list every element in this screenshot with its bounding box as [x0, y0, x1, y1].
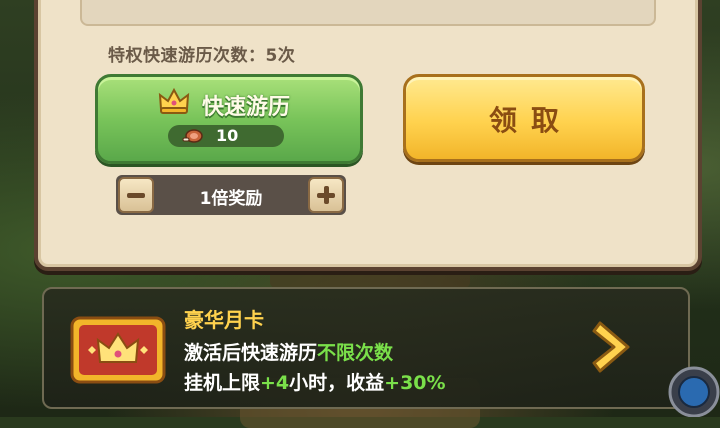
- monthly-card-benefit-1: 激活后快速游历不限次数: [184, 342, 394, 364]
- quick-travel-button[interactable]: 快速游历 10: [95, 74, 363, 164]
- reward-multiplier-stepper: 1倍奖励: [116, 175, 346, 215]
- monthly-card-banner[interactable]: 豪华月卡 激活后快速游历不限次数 挂机上限+4小时，收益+30%: [42, 287, 690, 409]
- privilege-count-label: 特权快速游历次数：5次: [108, 46, 296, 66]
- minus-icon: [127, 193, 145, 198]
- monthly-card-title: 豪华月卡: [184, 308, 264, 332]
- orb-icon[interactable]: [664, 360, 720, 417]
- decrease-button[interactable]: [118, 177, 154, 213]
- increase-button[interactable]: [308, 177, 344, 213]
- meat-icon: [182, 129, 203, 143]
- quick-travel-label: 快速游历: [202, 95, 291, 120]
- multiplier-value: 1倍奖励: [199, 189, 263, 209]
- claim-button[interactable]: 领取: [403, 74, 645, 162]
- monthly-card-benefit-2: 挂机上限+4小时，收益+30%: [184, 372, 446, 394]
- monthly-card-icon: [70, 316, 166, 384]
- claim-label: 领取: [488, 104, 573, 137]
- chevron-right-icon[interactable]: [592, 317, 636, 377]
- crown-icon: [158, 87, 190, 114]
- quick-travel-cost: 10: [216, 126, 239, 145]
- panel-inner-box: [80, 0, 656, 26]
- cost-pill: 10: [168, 125, 284, 147]
